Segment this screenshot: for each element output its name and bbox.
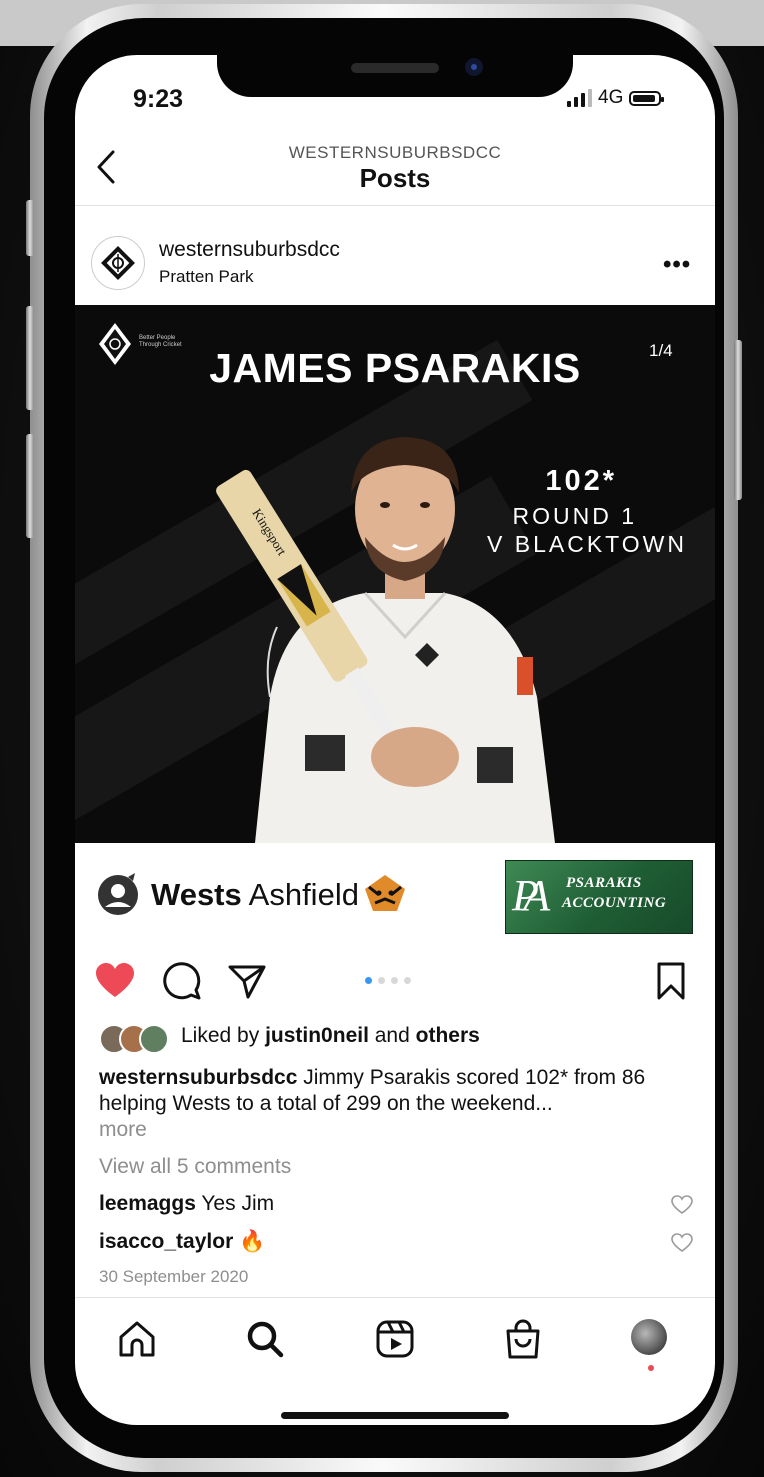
tiger-logo-icon xyxy=(365,875,405,911)
tabbar-divider xyxy=(75,1297,715,1298)
pa-line2: ACCOUNTING xyxy=(562,895,667,911)
earpiece-speaker xyxy=(351,63,439,73)
player-score: 102* xyxy=(545,465,617,497)
sponsor-band: Wests Ashfield PA PSARAKIS ACCOUNTING xyxy=(75,843,715,950)
wests-bold: Wests xyxy=(151,877,242,912)
carousel-dot xyxy=(378,977,385,984)
network-type: 4G xyxy=(598,87,624,108)
liked-by-user[interactable]: justin0neil xyxy=(265,1024,369,1047)
phone-volume-up xyxy=(26,306,34,410)
front-camera xyxy=(465,58,483,76)
pa-monogram: PA xyxy=(512,871,550,920)
search-icon[interactable] xyxy=(243,1317,287,1361)
liker-avatars[interactable] xyxy=(99,1024,173,1054)
pa-line1: PSARAKIS xyxy=(566,875,642,891)
liked-by-prefix: Liked by xyxy=(181,1024,266,1047)
comment-row: isacco_taylor 🔥 xyxy=(99,1230,265,1254)
profile-notification-dot xyxy=(648,1365,654,1371)
comment-row: leemaggs Yes Jim xyxy=(99,1192,274,1216)
post-avatar[interactable] xyxy=(91,236,145,290)
page-title: Posts xyxy=(359,163,431,193)
post-date: 30 September 2020 xyxy=(99,1267,249,1286)
more-icon[interactable]: ••• xyxy=(663,251,691,279)
post-image[interactable]: Better People Through Cricket JAMES PSAR… xyxy=(75,305,715,843)
home-indicator[interactable] xyxy=(281,1412,509,1419)
comment-text: Yes Jim xyxy=(195,1192,275,1215)
liker-avatar xyxy=(139,1024,169,1054)
magpie-logo-icon xyxy=(98,873,138,915)
club-logo-icon xyxy=(101,246,135,280)
liked-by-text[interactable]: Liked by justin0neil and others xyxy=(181,1024,480,1048)
player-photo: Kingsport xyxy=(216,437,555,843)
header-divider xyxy=(75,205,715,206)
share-icon[interactable] xyxy=(227,961,267,1001)
status-time: 9:23 xyxy=(133,85,184,113)
notch xyxy=(217,55,573,97)
header-account: WESTERNSUBURBSDCC xyxy=(288,143,502,162)
caption-username[interactable]: westernsuburbsdcc xyxy=(99,1066,297,1089)
bookmark-icon[interactable] xyxy=(651,961,691,1001)
carousel-dots xyxy=(365,977,411,984)
wests-rest: Ashfield xyxy=(248,877,359,912)
psarakis-accounting-logo: PA PSARAKIS ACCOUNTING xyxy=(505,860,693,934)
post-location[interactable]: Pratten Park xyxy=(159,267,254,287)
heart-icon[interactable] xyxy=(95,961,135,1001)
status-indicators: 4G xyxy=(567,87,665,109)
carousel-dot xyxy=(391,977,398,984)
comment-like-icon[interactable] xyxy=(671,1233,693,1253)
reels-icon[interactable] xyxy=(373,1317,417,1361)
match-opponent: V BLACKTOWN xyxy=(487,531,687,557)
home-icon[interactable] xyxy=(115,1317,159,1361)
view-all-comments-link[interactable]: View all 5 comments xyxy=(99,1155,291,1179)
player-name: JAMES PSARAKIS xyxy=(209,345,581,391)
carousel-dot xyxy=(365,977,372,984)
carousel-dot xyxy=(404,977,411,984)
phone-screen: 9:23 4G WESTERNSUBURBSDCC Posts westerns… xyxy=(75,55,715,1425)
wests-ashfield-text: Wests Ashfield xyxy=(151,877,359,913)
comment-icon[interactable] xyxy=(163,961,203,1001)
comment-text: 🔥 xyxy=(233,1230,266,1253)
phone-power-button xyxy=(734,340,742,500)
liked-by-others[interactable]: others xyxy=(416,1024,480,1047)
signal-icon xyxy=(567,89,592,107)
profile-avatar[interactable] xyxy=(631,1319,667,1355)
phone-silent-switch xyxy=(26,200,34,256)
caption-more-link[interactable]: more xyxy=(99,1118,147,1142)
carousel-counter: 1/4 xyxy=(649,341,673,360)
shop-icon[interactable] xyxy=(501,1317,545,1361)
comment-user[interactable]: isacco_taylor xyxy=(99,1230,233,1253)
phone-volume-down xyxy=(26,434,34,538)
comment-like-icon[interactable] xyxy=(671,1195,693,1215)
liked-by-middle: and xyxy=(368,1024,416,1047)
post-caption: westernsuburbsdcc Jimmy Psarakis scored … xyxy=(99,1065,699,1117)
match-round: ROUND 1 xyxy=(512,503,637,529)
post-username[interactable]: westernsuburbsdcc xyxy=(159,238,340,262)
battery-icon xyxy=(629,90,665,106)
comment-user[interactable]: leemaggs xyxy=(99,1192,196,1215)
